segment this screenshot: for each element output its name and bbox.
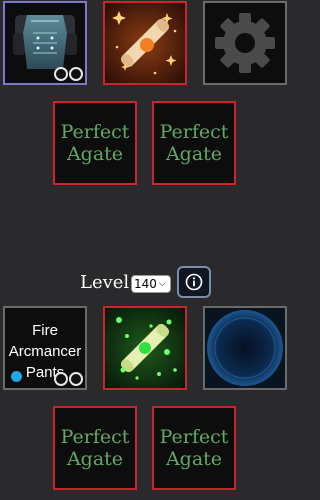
level-label: Level <box>80 272 130 293</box>
gem-slot[interactable]: Perfect Agate <box>152 101 236 185</box>
blue-dot-indicator <box>11 371 22 382</box>
gem-label: Perfect Agate <box>60 426 130 470</box>
blue-portal-icon <box>205 308 285 388</box>
empty-socket <box>69 67 83 81</box>
portal-slot[interactable] <box>203 306 287 390</box>
gem-label: Perfect Agate <box>60 121 130 165</box>
socket-group <box>54 372 83 386</box>
gem-slot[interactable]: Perfect Agate <box>53 101 137 185</box>
scroll-slot[interactable] <box>103 1 187 85</box>
gem-label: Perfect Agate <box>159 426 229 470</box>
pants-slot[interactable]: Fire Arcmancer Pants <box>3 306 87 390</box>
level-select[interactable]: 140 ⌵ <box>131 275 171 293</box>
settings-slot[interactable] <box>203 1 287 85</box>
scroll-slot[interactable] <box>103 306 187 390</box>
level-value: 140 <box>134 277 157 291</box>
gem-label: Perfect Agate <box>159 121 229 165</box>
chevron-down-icon: ⌵ <box>158 279 166 289</box>
gem-slot[interactable]: Perfect Agate <box>152 406 236 490</box>
armor-slot[interactable] <box>3 1 87 85</box>
gem-slot[interactable]: Perfect Agate <box>53 406 137 490</box>
orange-scroll-icon <box>105 3 185 83</box>
socket-group <box>54 67 83 81</box>
empty-socket <box>69 372 83 386</box>
empty-socket <box>54 67 68 81</box>
info-icon <box>185 273 203 291</box>
green-scroll-icon <box>105 308 185 388</box>
info-button[interactable] <box>177 266 211 298</box>
empty-socket <box>54 372 68 386</box>
gear-icon <box>215 13 275 73</box>
